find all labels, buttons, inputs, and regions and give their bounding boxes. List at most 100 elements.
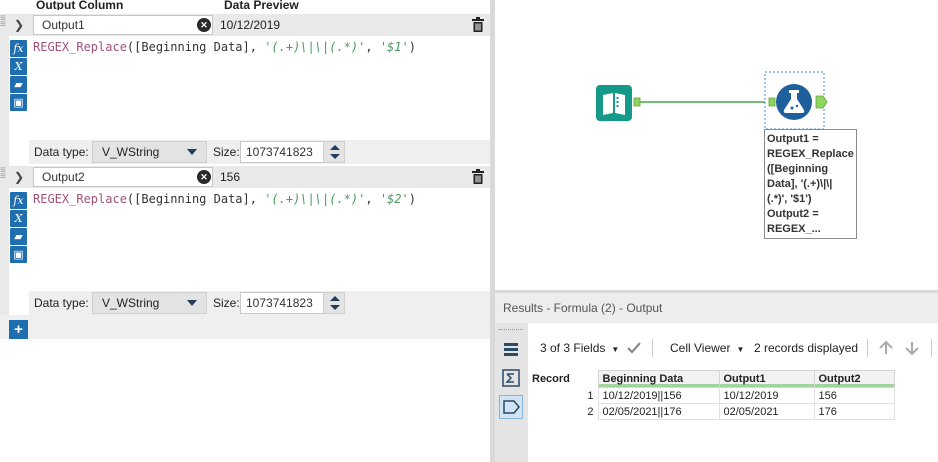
arrow-up-icon[interactable] xyxy=(877,339,895,357)
expression-editor-2[interactable]: REGEX_Replace([Beginning Data], '(.+)\|\… xyxy=(29,189,490,288)
replacement-string: '$2' xyxy=(379,192,409,206)
table-cell[interactable]: 10/12/2019||156 xyxy=(597,387,720,404)
data-type-select-2[interactable]: V_WString xyxy=(92,292,207,314)
field-reference: [Beginning Data] xyxy=(134,192,250,206)
variable-icon[interactable]: X xyxy=(10,58,27,75)
output-name-field-2[interactable]: Output2 xyxy=(33,167,213,187)
column-header-record[interactable]: Record xyxy=(528,370,598,388)
data-type-select-1[interactable]: V_WString xyxy=(92,141,207,163)
grip-icon xyxy=(499,329,523,331)
function-name: REGEX_Replace xyxy=(33,192,127,206)
save-icon[interactable]: ▣ xyxy=(10,246,27,263)
tool-annotation: Output1 = REGEX_Replace ([Beginning Data… xyxy=(764,129,857,239)
separator: , xyxy=(249,192,265,206)
collapse-chevron-icon[interactable]: ❯ xyxy=(10,168,28,186)
input-anchor xyxy=(768,97,776,107)
function-icon[interactable]: fx xyxy=(10,192,27,209)
table-cell[interactable]: 176 xyxy=(813,403,895,420)
stepper-down-icon[interactable] xyxy=(330,305,340,310)
results-title: Results - Formula (2) - Output xyxy=(495,293,938,323)
output-name-field-1[interactable]: Output1 xyxy=(33,15,213,35)
data-preview-value-2: 156 xyxy=(220,170,241,184)
chevron-down-icon xyxy=(187,149,197,155)
column-header-output2[interactable]: Output2 xyxy=(813,370,895,388)
table-cell[interactable]: 156 xyxy=(813,387,895,404)
regex-pattern: '(.+)\|\|(.*)' xyxy=(264,40,366,54)
table-cell[interactable]: 02/05/2021||176 xyxy=(597,403,720,420)
chevron-down-icon: ▼ xyxy=(611,345,620,354)
separator: , xyxy=(365,192,380,206)
variable-icon[interactable]: X xyxy=(10,210,27,227)
open-folder-icon[interactable]: ▰ xyxy=(10,228,27,245)
table-row[interactable]: 1 10/12/2019||156 10/12/2019 156 xyxy=(528,387,895,404)
results-sidebar xyxy=(495,323,528,462)
expression-editor-1[interactable]: REGEX_Replace([Beginning Data], '(.+)\|\… xyxy=(29,37,490,136)
save-icon[interactable]: ▣ xyxy=(10,94,27,111)
output-anchor xyxy=(633,97,641,107)
clear-name-icon[interactable]: ✕ xyxy=(197,170,211,184)
cell-viewer-selector[interactable]: Cell Viewer ▼ xyxy=(670,337,744,361)
clear-name-icon[interactable]: ✕ xyxy=(197,18,211,32)
expression-toolbar: fx X ▰ ▣ xyxy=(9,36,29,166)
divider xyxy=(867,339,868,357)
size-stepper-2[interactable] xyxy=(323,292,345,314)
output-anchor xyxy=(815,95,828,109)
record-number: 1 xyxy=(528,387,598,404)
data-type-label: Data type: xyxy=(34,145,89,159)
arrow-down-icon[interactable] xyxy=(903,339,921,357)
stepper-up-icon[interactable] xyxy=(330,145,340,150)
data-type-value: V_WString xyxy=(102,296,160,310)
column-header-beginning-data[interactable]: Beginning Data xyxy=(597,370,720,388)
data-type-row-1: Data type: V_WString Size: 1073741823 xyxy=(29,140,490,164)
size-label: Size: xyxy=(213,296,240,310)
data-preview-value-1: 10/12/2019 xyxy=(220,18,281,32)
table-row[interactable]: 2 02/05/2021||176 02/05/2021 176 xyxy=(528,403,895,420)
results-panel: Results - Formula (2) - Output 3 of 3 Fi… xyxy=(495,293,938,462)
drag-handle-icon[interactable]: ≡ ≡ xyxy=(0,14,9,30)
add-expression-button[interactable]: + xyxy=(9,320,28,339)
input-tool-icon xyxy=(596,85,632,121)
paren-close: ) xyxy=(408,40,416,54)
size-field-1[interactable]: 1073741823 xyxy=(240,141,324,163)
tag-icon[interactable] xyxy=(499,395,523,419)
data-type-value: V_WString xyxy=(102,145,160,159)
paren-close: ) xyxy=(408,192,416,206)
record-number: 2 xyxy=(528,403,598,420)
field-reference: [Beginning Data] xyxy=(134,40,250,54)
separator: , xyxy=(365,40,380,54)
workflow-canvas[interactable]: Output1 = REGEX_Replace ([Beginning Data… xyxy=(495,0,938,290)
stepper-down-icon[interactable] xyxy=(330,154,340,159)
data-type-row-2: Data type: V_WString Size: 1073741823 xyxy=(29,291,490,315)
divider xyxy=(652,339,653,357)
trash-icon[interactable] xyxy=(471,17,485,33)
results-grid[interactable]: Record Beginning Data Output1 Output2 1 … xyxy=(528,370,895,420)
data-type-label: Data type: xyxy=(34,296,89,310)
sum-icon[interactable] xyxy=(501,368,521,388)
size-field-2[interactable]: 1073741823 xyxy=(240,292,324,314)
divider xyxy=(931,339,932,357)
table-cell[interactable]: 10/12/2019 xyxy=(718,387,815,404)
separator: , xyxy=(249,40,265,54)
cell-viewer-label: Cell Viewer xyxy=(670,341,731,355)
expression-toolbar: fx X ▰ ▣ xyxy=(9,188,29,318)
apply-check-icon[interactable] xyxy=(625,339,643,357)
chevron-down-icon xyxy=(187,300,197,306)
stepper-up-icon[interactable] xyxy=(330,296,340,301)
formula-tool-icon xyxy=(776,84,812,120)
column-header-output1[interactable]: Output1 xyxy=(718,370,815,388)
function-icon[interactable]: fx xyxy=(10,40,27,57)
trash-icon[interactable] xyxy=(471,169,485,185)
size-label: Size: xyxy=(213,145,240,159)
drag-handle-icon[interactable]: ≡ ≡ xyxy=(0,166,9,182)
expression-gutter xyxy=(0,36,9,166)
size-stepper-1[interactable] xyxy=(323,141,345,163)
fields-label: 3 of 3 Fields xyxy=(540,341,606,355)
workflow-diagram xyxy=(596,71,828,130)
fields-selector[interactable]: 3 of 3 Fields ▼ xyxy=(540,337,619,361)
records-count: 2 records displayed xyxy=(754,341,859,355)
replacement-string: '$1' xyxy=(379,40,409,54)
collapse-chevron-icon[interactable]: ❯ xyxy=(10,16,28,34)
table-cell[interactable]: 02/05/2021 xyxy=(718,403,815,420)
table-view-icon[interactable] xyxy=(501,340,521,360)
open-folder-icon[interactable]: ▰ xyxy=(10,76,27,93)
